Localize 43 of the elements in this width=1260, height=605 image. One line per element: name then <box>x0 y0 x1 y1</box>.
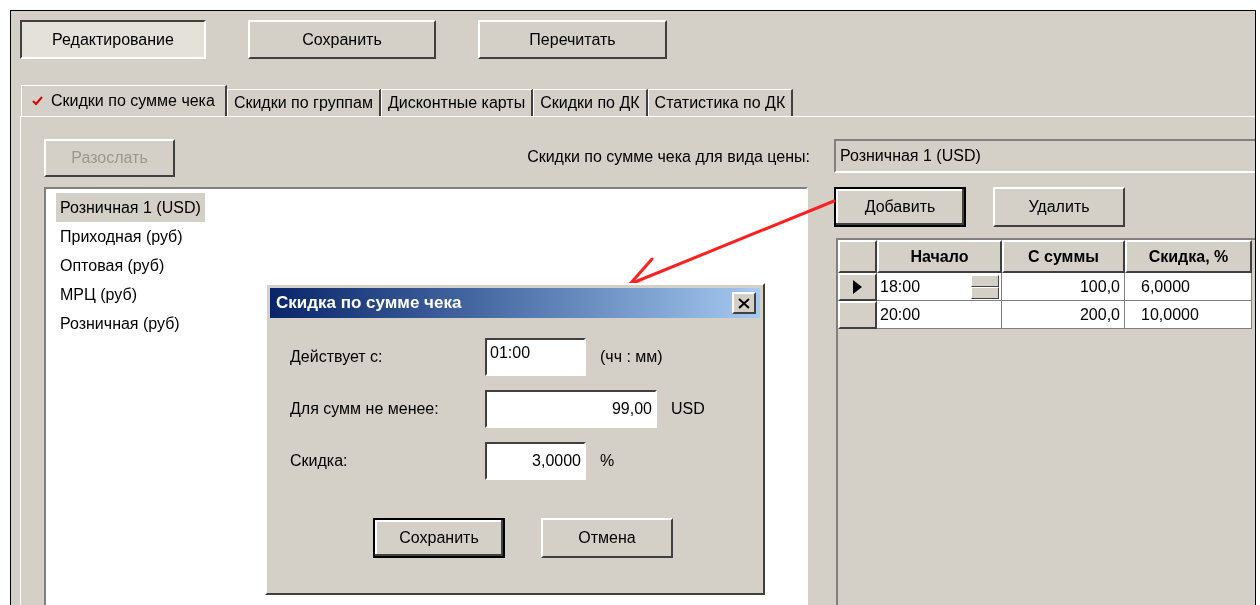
field-label: Скидки по сумме чека для вида цены: <box>527 147 810 167</box>
close-icon <box>738 297 750 309</box>
dialog-title: Скидка по сумме чека <box>276 292 462 315</box>
table-cell: 20:00 <box>877 301 1002 329</box>
input-field[interactable]: 01:00 <box>485 338 586 376</box>
tab[interactable]: Скидки по ДК <box>533 89 648 116</box>
list-item[interactable]: МРЦ (руб) <box>56 280 141 309</box>
add-button[interactable]: Добавить <box>834 187 966 227</box>
save-button[interactable]: Сохранить <box>373 518 505 558</box>
tab[interactable]: Скидки по сумме чека <box>21 85 227 116</box>
column-header[interactable]: Начало <box>877 240 1002 273</box>
list-item[interactable]: Розничная 1 (USD) <box>56 193 205 222</box>
list-item[interactable]: Розничная (руб) <box>56 309 184 338</box>
field-label: Действует с: <box>290 347 384 367</box>
field-label: Скидка: <box>290 451 349 471</box>
close-button[interactable] <box>732 292 756 314</box>
check-icon <box>32 96 43 106</box>
input-field[interactable]: 3,0000 <box>485 442 586 480</box>
current-row-icon <box>853 280 862 294</box>
list-item[interactable]: Приходная (руб) <box>56 222 187 251</box>
toolbar-button[interactable]: Сохранить <box>248 20 436 59</box>
price-type-field[interactable]: Розничная 1 (USD) <box>834 139 1255 173</box>
toolbar-button[interactable]: Перечитать <box>478 20 667 59</box>
list-item[interactable]: Оптовая (руб) <box>56 251 169 280</box>
table-cell: 100,0 <box>1002 273 1125 301</box>
spin-control[interactable] <box>971 274 999 299</box>
table-cell: 10,0000 <box>1125 301 1252 329</box>
table-cell: 6,0000 <box>1125 273 1252 301</box>
column-header[interactable]: С суммы <box>1002 240 1125 273</box>
column-header[interactable]: Скидка, % <box>1125 240 1252 273</box>
delete-button[interactable]: Удалить <box>993 187 1125 227</box>
tab[interactable]: Скидки по группам <box>226 89 381 116</box>
table-cell: 200,0 <box>1002 301 1125 329</box>
table-cell-text: 18:00 <box>880 276 921 297</box>
cancel-button[interactable]: Отмена <box>541 518 673 558</box>
unit-label: % <box>600 451 615 471</box>
tab[interactable]: Статистика по ДК <box>647 89 794 116</box>
input-field[interactable]: 99,00 <box>485 390 657 428</box>
tab[interactable]: Дисконтные карты <box>380 89 534 116</box>
unit-label: USD <box>671 399 705 419</box>
toolbar-button[interactable]: Редактирование <box>20 20 206 59</box>
field-label: Для сумм не менее: <box>290 399 440 419</box>
unit-label: (чч : мм) <box>600 347 663 367</box>
